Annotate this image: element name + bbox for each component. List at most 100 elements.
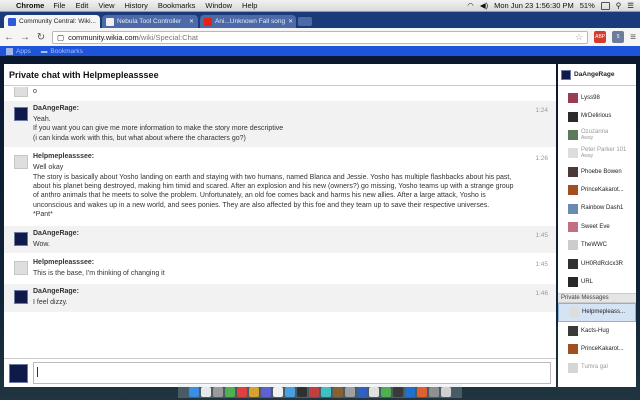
- menu-window[interactable]: Window: [205, 1, 232, 10]
- message-username[interactable]: Helpmepleasssee:: [33, 259, 516, 266]
- message-username[interactable]: DaAngeRage:: [33, 288, 516, 295]
- dock-app-icon[interactable]: [441, 386, 451, 397]
- message-username[interactable]: DaAngeRage:: [33, 105, 516, 112]
- dock-app-icon[interactable]: [189, 386, 199, 397]
- avatar: [568, 221, 578, 232]
- reload-icon[interactable]: ↻: [36, 32, 46, 43]
- tab-favicon-icon: [106, 17, 114, 26]
- user-list-item[interactable]: URL: [558, 273, 636, 291]
- dock: [178, 384, 462, 398]
- dock-app-icon[interactable]: [261, 386, 271, 397]
- wifi-icon[interactable]: ◠: [467, 1, 474, 10]
- message-username[interactable]: Helpmepleasssee:: [33, 153, 516, 160]
- dock-app-icon[interactable]: [393, 386, 403, 397]
- dock-app-icon[interactable]: [381, 386, 391, 397]
- avatar[interactable]: [14, 87, 28, 97]
- menu-edit[interactable]: Edit: [75, 1, 88, 10]
- user-name-block: URL: [581, 279, 593, 285]
- dock-app-icon[interactable]: [429, 386, 439, 397]
- chat-title: Private chat with Helpmepleasssee: [4, 64, 556, 86]
- menu-history[interactable]: History: [125, 1, 148, 10]
- avatar: [568, 277, 578, 288]
- dock-app-icon[interactable]: [273, 386, 283, 397]
- message-timestamp: 1:26: [535, 155, 548, 163]
- address-bar[interactable]: ▢ community.wikia.com/wiki/Special:Chat …: [52, 30, 589, 44]
- adblock-extension-icon[interactable]: ABP: [594, 31, 607, 43]
- dock-app-icon[interactable]: [369, 386, 379, 397]
- bookmark-folder[interactable]: ▬ Bookmarks: [41, 48, 83, 55]
- user-list-item[interactable]: MrDelirious: [558, 107, 636, 125]
- chat-message: o: [4, 87, 556, 101]
- dock-app-icon[interactable]: [345, 386, 355, 397]
- avatar: [568, 258, 578, 269]
- user-name: Tumra gal: [581, 364, 608, 371]
- dock-app-icon[interactable]: [417, 386, 427, 397]
- user-list-item[interactable]: PrinceKakarot...: [558, 340, 636, 358]
- dock-app-icon[interactable]: [201, 386, 211, 397]
- menu-view[interactable]: View: [98, 1, 114, 10]
- message-username[interactable]: DaAngeRage:: [33, 230, 516, 237]
- dock-app-icon[interactable]: [333, 386, 343, 397]
- tab-close-icon[interactable]: ✕: [288, 18, 293, 25]
- message-text: Yeah.: [33, 116, 51, 123]
- bookmark-star-icon[interactable]: ☆: [575, 32, 583, 43]
- avatar[interactable]: [14, 155, 28, 170]
- current-user[interactable]: DaAngeRage: [558, 64, 636, 86]
- dock-app-icon[interactable]: [321, 386, 331, 397]
- search-icon[interactable]: ⚲: [616, 1, 622, 10]
- user-list-item[interactable]: Kacts-Hug: [558, 322, 636, 340]
- clock[interactable]: Mon Jun 23 1:56:30 PM: [494, 1, 574, 10]
- user-list-item[interactable]: Sweet Eve: [558, 218, 636, 236]
- dock-app-icon[interactable]: [285, 386, 295, 397]
- volume-icon[interactable]: ◀): [480, 1, 488, 10]
- user-list-item[interactable]: TheWWC: [558, 236, 636, 254]
- list-icon[interactable]: ☰: [627, 1, 634, 10]
- menu-bookmarks[interactable]: Bookmarks: [158, 1, 196, 10]
- message-text: The story is basically about Yosho landi…: [33, 173, 514, 209]
- user-list-item[interactable]: Phoebe Bowen: [558, 163, 636, 181]
- chrome-menu-icon[interactable]: ≡: [630, 32, 636, 43]
- dock-app-icon[interactable]: [357, 386, 367, 397]
- avatar[interactable]: [14, 107, 28, 121]
- user-list-item[interactable]: Tumra gal: [558, 358, 636, 376]
- dock-app-icon[interactable]: [237, 386, 247, 397]
- user-name: Peter Parker 101: [581, 146, 627, 153]
- user-status: Away: [581, 134, 594, 141]
- user-list-item[interactable]: Rainbow Dash1: [558, 199, 636, 217]
- avatar: [568, 166, 578, 177]
- user-name: Sweet Eve: [581, 223, 610, 230]
- message-text: Wow.: [33, 240, 50, 248]
- avatar[interactable]: [14, 231, 28, 246]
- dock-app-icon[interactable]: [405, 386, 415, 397]
- tab-close-icon[interactable]: ✕: [99, 18, 100, 25]
- message-list[interactable]: o DaAngeRage: 1:24 Yeah. If you want you can…: [4, 87, 556, 355]
- menu-file[interactable]: File: [53, 1, 65, 10]
- tab-youtube[interactable]: Ani...Unknown Fall song ✕: [200, 15, 296, 28]
- extension-icon[interactable]: 5: [612, 31, 625, 43]
- user-name: URL: [581, 278, 594, 285]
- user-list-item[interactable]: Ozuzanna Away: [558, 126, 636, 144]
- tab-community-central[interactable]: Community Central: Wiki... ✕: [4, 15, 100, 28]
- dock-app-icon[interactable]: [213, 386, 223, 397]
- bookmark-apps[interactable]: Apps: [6, 47, 31, 55]
- tab-close-icon[interactable]: ✕: [189, 18, 194, 25]
- avatar[interactable]: [14, 290, 28, 305]
- chat-message-input[interactable]: [33, 362, 551, 384]
- user-list-item[interactable]: Helpmepleass...: [558, 303, 636, 322]
- dock-app-icon[interactable]: [309, 386, 319, 397]
- tab-nebula-controller[interactable]: Nebula Tool Controller ✕: [102, 15, 198, 28]
- dock-app-icon[interactable]: [297, 386, 307, 397]
- dock-app-icon[interactable]: [249, 386, 259, 397]
- user-list-item[interactable]: Lyss98: [558, 89, 636, 107]
- user-list-item[interactable]: UH0RdRclcx3R: [558, 255, 636, 273]
- back-arrow-icon[interactable]: ←: [4, 32, 14, 43]
- menu-help[interactable]: Help: [242, 1, 257, 10]
- avatar[interactable]: [14, 261, 28, 276]
- dock-app-icon[interactable]: [225, 386, 235, 397]
- menu-app-name[interactable]: Chrome: [16, 1, 44, 10]
- user-list-item[interactable]: Peter Parker 101 Away: [558, 144, 636, 162]
- battery-label[interactable]: 51%: [580, 1, 595, 10]
- forward-arrow-icon[interactable]: →: [20, 32, 30, 43]
- user-list-item[interactable]: PrinceKakarot...: [558, 181, 636, 199]
- new-tab-button[interactable]: [298, 17, 312, 26]
